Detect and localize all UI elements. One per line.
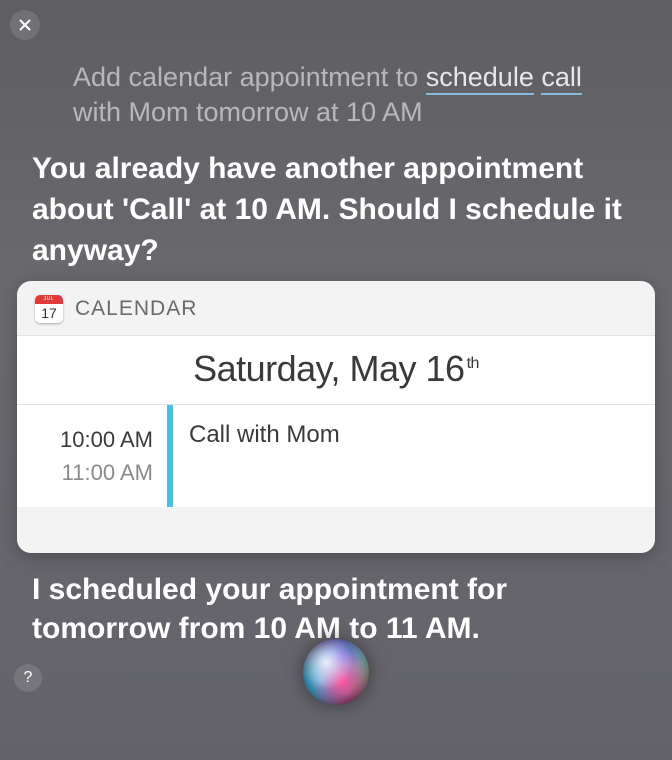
user-command-pre: Add calendar appointment to (73, 62, 426, 92)
close-button[interactable] (10, 10, 40, 40)
event-times: 10:00 AM 11:00 AM (17, 405, 167, 507)
help-button[interactable]: ? (14, 664, 42, 692)
event-end-time: 11:00 AM (27, 456, 153, 489)
keyword-schedule[interactable]: schedule (426, 62, 534, 95)
help-icon: ? (24, 669, 33, 687)
event-start-time: 10:00 AM (27, 423, 153, 456)
user-command-post: with Mom tomorrow at 10 AM (73, 97, 423, 127)
calendar-date-row: Saturday, May 16th (17, 335, 655, 405)
calendar-card-header: JUL 17 CALENDAR (17, 281, 655, 335)
calendar-date-main: Saturday, May 16 (193, 348, 464, 389)
user-command-text: Add calendar appointment to schedule cal… (73, 60, 632, 130)
calendar-card-footer (17, 507, 655, 553)
calendar-app-label: CALENDAR (75, 297, 197, 321)
calendar-event-row[interactable]: 10:00 AM 11:00 AM Call with Mom (17, 405, 655, 507)
calendar-icon-month: JUL (35, 295, 63, 304)
event-content: Call with Mom (173, 405, 655, 507)
calendar-date: Saturday, May 16th (193, 348, 479, 389)
siri-orb-button[interactable] (303, 639, 369, 705)
siri-prompt-text: You already have another appointment abo… (32, 148, 640, 271)
calendar-icon: JUL 17 (35, 295, 63, 323)
event-title: Call with Mom (189, 421, 639, 449)
calendar-icon-day: 17 (35, 304, 63, 323)
siri-confirmation-text: I scheduled your appointment for tomorro… (32, 570, 640, 648)
close-icon (18, 18, 32, 32)
calendar-date-suffix: th (467, 355, 479, 372)
calendar-card[interactable]: JUL 17 CALENDAR Saturday, May 16th 10:00… (17, 281, 655, 553)
keyword-call[interactable]: call (541, 62, 582, 95)
